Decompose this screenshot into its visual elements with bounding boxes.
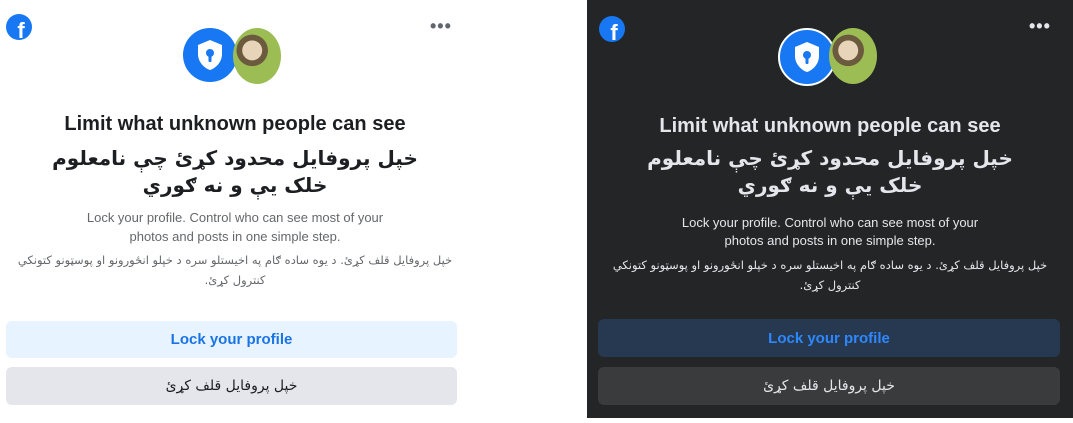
facebook-logo-icon[interactable]: f [6, 14, 32, 40]
description-line1: Lock your profile. Control who can see m… [681, 215, 979, 230]
profile-avatar [829, 28, 877, 84]
dialog-title-pashto-line2: خلک يې و نه ګوري [142, 173, 328, 197]
dialog-title-pashto-line2: خلک يې و نه ګوري [737, 173, 923, 197]
dark-theme-dialog: f ••• Limit what unknown people can see … [587, 0, 1073, 418]
more-options-icon[interactable]: ••• [430, 16, 452, 37]
description-pashto-line2: کنترول کړئ. [799, 278, 861, 292]
facebook-logo-icon[interactable]: f [599, 16, 625, 42]
more-options-icon[interactable]: ••• [1029, 16, 1051, 37]
dialog-title-pashto-line1: خپل پروفایل محدود کړئ چې نامعلوم [52, 146, 418, 170]
lock-profile-button[interactable]: Lock your profile [598, 319, 1060, 357]
dialog-title-pashto-line1: خپل پروفایل محدود کړئ چې نامعلوم [647, 146, 1013, 170]
description-pashto-line1: خپل پروفایل قلف کړئ. د يوه ساده ګام په ا… [612, 258, 1048, 272]
shield-lock-icon [183, 28, 237, 82]
description-line2: photos and posts in one simple step. [129, 229, 341, 244]
dialog-title: Limit what unknown people can see [659, 115, 1001, 137]
description-line1: Lock your profile. Control who can see m… [86, 210, 384, 225]
description-pashto-line1: خپل پروفایل قلف کړئ. د يوه ساده ګام په ا… [17, 253, 453, 267]
lock-profile-pashto-button[interactable]: خپل پروفایل قلف کړئ [6, 367, 457, 405]
description-line2: photos and posts in one simple step. [724, 233, 936, 248]
dialog-title: Limit what unknown people can see [64, 113, 406, 135]
shield-lock-icon [778, 28, 836, 86]
light-theme-dialog: f ••• Limit what unknown people can see … [0, 0, 470, 423]
profile-avatar [233, 28, 281, 84]
description-pashto-line2: کنترول کړئ. [204, 273, 266, 287]
lock-profile-pashto-button[interactable]: خپل پروفایل قلف کړئ [598, 367, 1060, 405]
lock-profile-button[interactable]: Lock your profile [6, 321, 457, 358]
